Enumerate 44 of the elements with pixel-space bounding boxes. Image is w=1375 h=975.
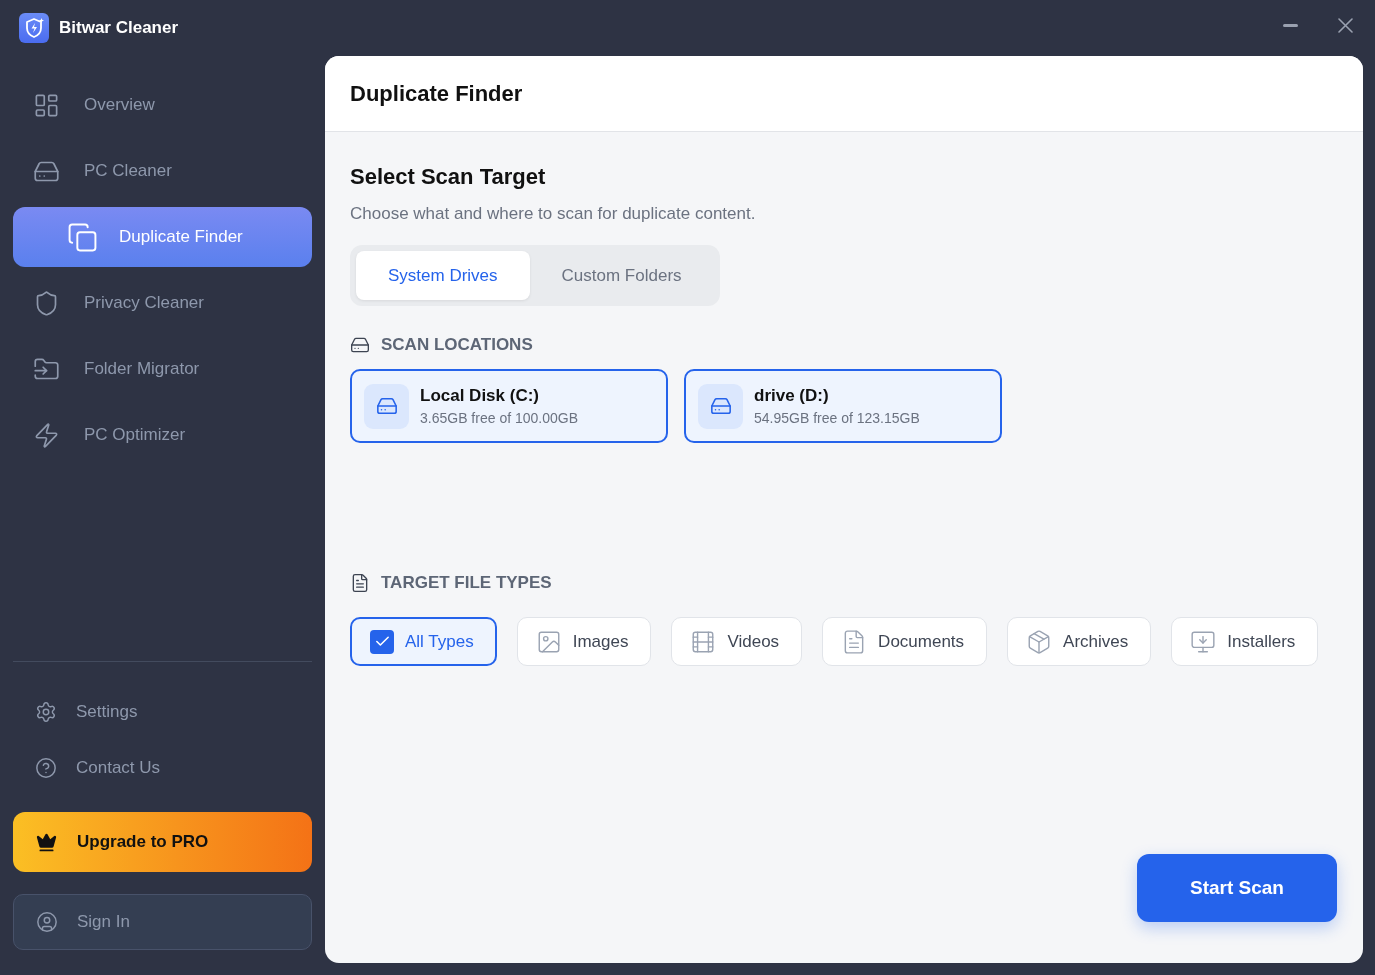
sidebar-item[interactable]: Contact Us bbox=[13, 746, 312, 790]
sidebar-item[interactable]: PC Optimizer bbox=[13, 405, 312, 465]
sidebar-item[interactable]: Privacy Cleaner bbox=[13, 273, 312, 333]
hard-drive-icon bbox=[364, 383, 409, 429]
drive-name: Local Disk (C:) bbox=[420, 386, 541, 406]
shield-logo-icon bbox=[19, 13, 49, 43]
file-type-option[interactable]: Documents bbox=[822, 617, 988, 666]
sign-in-button[interactable]: Sign In bbox=[13, 894, 312, 950]
drive-card[interactable]: drive (D:) 54.95GB free of 123.15GB bbox=[684, 369, 1002, 443]
drive-name: drive (D:) bbox=[754, 386, 830, 406]
close-icon bbox=[1337, 17, 1353, 33]
app-title: Bitwar Cleaner bbox=[59, 18, 179, 38]
start-scan-button[interactable]: Start Scan bbox=[1137, 854, 1337, 922]
scan-target-tab[interactable]: System Drives bbox=[356, 251, 530, 300]
hard-drive-icon bbox=[350, 335, 370, 355]
settings-icon bbox=[35, 701, 57, 723]
file-type-option[interactable]: All Types bbox=[350, 617, 497, 666]
page-title: Duplicate Finder bbox=[350, 80, 523, 107]
crown-icon bbox=[36, 831, 57, 853]
document-icon bbox=[350, 573, 370, 593]
scan-target-tab[interactable]: Custom Folders bbox=[529, 251, 714, 300]
file-type-option[interactable]: Archives bbox=[1007, 617, 1152, 666]
sidebar-item[interactable]: PC Cleaner bbox=[13, 141, 312, 201]
copy-icon bbox=[67, 221, 98, 253]
sidebar-item[interactable]: Duplicate Finder bbox=[13, 207, 312, 267]
hard-drive-icon bbox=[698, 383, 743, 429]
lightning-icon bbox=[33, 421, 60, 449]
section-heading: SCAN LOCATIONS bbox=[381, 334, 533, 356]
sidebar-item[interactable]: Settings bbox=[13, 690, 312, 734]
drive-space: 54.95GB free of 123.15GB bbox=[754, 410, 920, 426]
sidebar-item[interactable]: Folder Migrator bbox=[13, 339, 312, 399]
help-icon bbox=[35, 757, 57, 779]
file-type-option[interactable]: Videos bbox=[671, 617, 803, 666]
section-title: Select Scan Target bbox=[350, 163, 546, 191]
user-icon bbox=[36, 911, 58, 933]
minimize-icon bbox=[1282, 23, 1298, 27]
drive-card[interactable]: Local Disk (C:) 3.65GB free of 100.00GB bbox=[350, 369, 668, 443]
section-description: Choose what and where to scan for duplicate content. bbox=[350, 203, 756, 225]
section-heading: TARGET FILE TYPES bbox=[381, 572, 552, 594]
sidebar-item[interactable]: Overview bbox=[13, 75, 312, 135]
file-type-option[interactable]: Images bbox=[516, 617, 652, 666]
drive-space: 3.65GB free of 100.00GB bbox=[420, 410, 578, 426]
upgrade-button[interactable]: Upgrade to PRO bbox=[13, 812, 312, 872]
file-type-option[interactable]: Installers bbox=[1171, 617, 1319, 666]
